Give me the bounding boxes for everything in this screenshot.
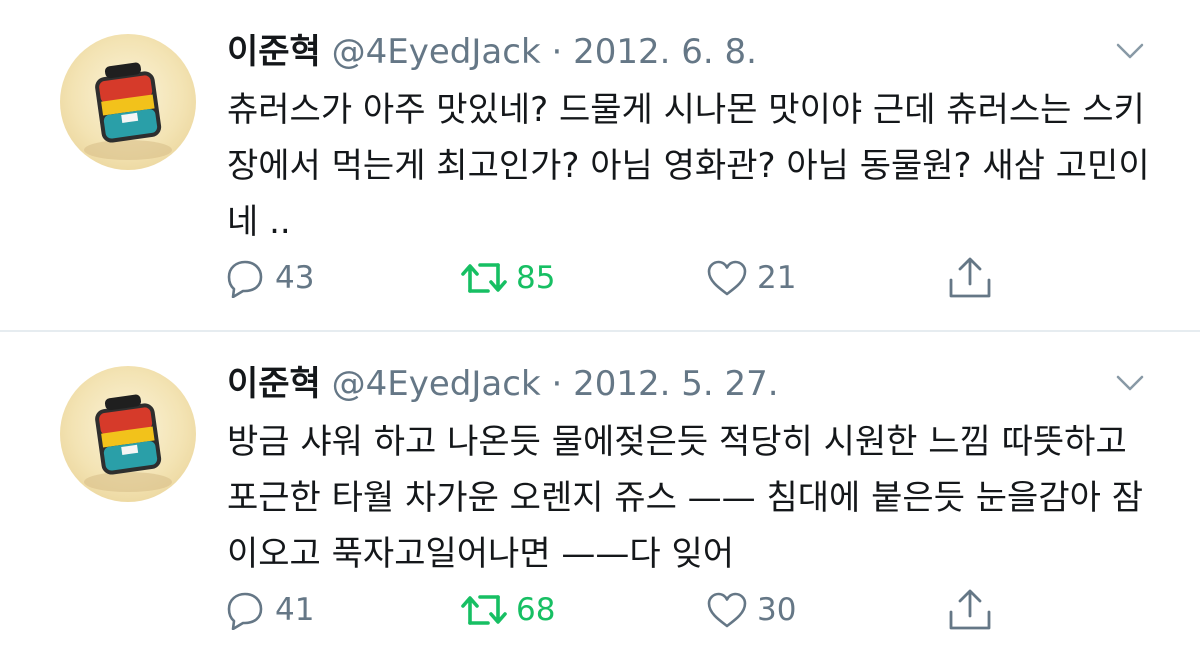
- display-name[interactable]: 이준혁: [227, 364, 321, 404]
- avatar[interactable]: [60, 34, 196, 170]
- heart-icon: [705, 258, 749, 298]
- chevron-down-icon: [1116, 375, 1144, 391]
- backpack-photo-icon: [84, 394, 172, 492]
- share-icon: [946, 256, 994, 300]
- like-button[interactable]: 21: [705, 256, 796, 300]
- reply-count: 41: [275, 592, 315, 628]
- retweet-icon: [460, 258, 508, 298]
- like-button[interactable]: 30: [705, 588, 796, 632]
- display-name[interactable]: 이준혁: [227, 32, 321, 72]
- share-icon: [946, 588, 994, 632]
- reply-button[interactable]: 41: [223, 588, 314, 632]
- tweet-date[interactable]: 2012. 6. 8.: [573, 32, 757, 72]
- like-count: 21: [757, 260, 797, 296]
- share-button[interactable]: [946, 588, 994, 632]
- reply-button[interactable]: 43: [223, 256, 314, 300]
- user-handle[interactable]: @4EyedJack: [332, 364, 541, 404]
- reply-count: 43: [275, 260, 315, 296]
- user-handle[interactable]: @4EyedJack: [332, 32, 541, 72]
- tweet[interactable]: 이준혁 @4EyedJack · 2012. 5. 27. 방금 샤워 하고 나…: [0, 332, 1200, 662]
- tweet-date[interactable]: 2012. 5. 27.: [573, 364, 778, 404]
- like-count: 30: [757, 592, 797, 628]
- reply-icon: [223, 258, 267, 298]
- retweet-button[interactable]: 68: [460, 588, 555, 632]
- tweet-text: 츄러스가 아주 맛있네? 드물게 시나몬 맛이야 근데 츄러스는 스키장에서 먹…: [227, 90, 1150, 242]
- tweet-text: 방금 샤워 하고 나온듯 물에젖은듯 적당히 시원한 느낌 따뜻하고 포근한 타…: [227, 422, 1143, 574]
- retweet-count: 68: [516, 592, 556, 628]
- backpack-photo-icon: [84, 62, 172, 160]
- share-button[interactable]: [946, 256, 994, 300]
- retweet-count: 85: [516, 260, 556, 296]
- retweet-button[interactable]: 85: [460, 256, 555, 300]
- tweet[interactable]: 이준혁 @4EyedJack · 2012. 6. 8. 츄러스가 아주 맛있네…: [0, 0, 1200, 331]
- heart-icon: [705, 590, 749, 630]
- reply-icon: [223, 590, 267, 630]
- tweet-header: 이준혁 @4EyedJack · 2012. 6. 8.: [227, 28, 757, 76]
- more-menu-button[interactable]: [1114, 40, 1146, 62]
- separator-dot: ·: [551, 32, 563, 72]
- separator-dot: ·: [551, 364, 563, 404]
- chevron-down-icon: [1116, 43, 1144, 59]
- tweet-header: 이준혁 @4EyedJack · 2012. 5. 27.: [227, 360, 779, 408]
- avatar[interactable]: [60, 366, 196, 502]
- retweet-icon: [460, 590, 508, 630]
- more-menu-button[interactable]: [1114, 372, 1146, 394]
